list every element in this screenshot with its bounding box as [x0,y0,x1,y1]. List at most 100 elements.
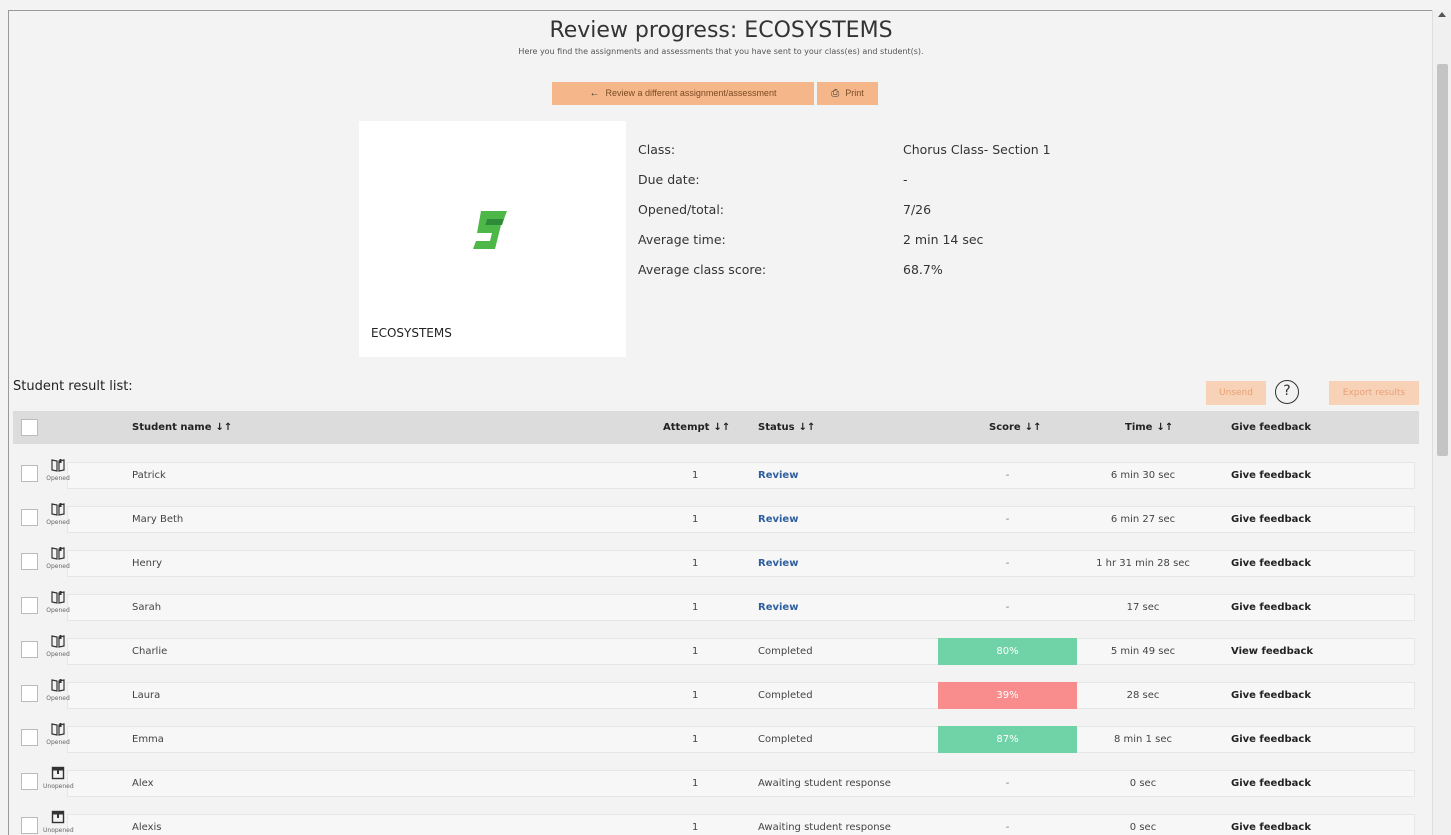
column-header-student-name[interactable]: Student name ↓↑ [132,422,232,433]
select-all-checkbox[interactable] [21,419,38,436]
detail-value-due-date: - [903,172,908,187]
status-review-link[interactable]: Review [758,470,798,481]
table-row: Opened Sarah 1 Review - 17 sec Give feedback [13,590,1419,623]
unopened-book-icon: Unopened [43,810,74,834]
table-row: Opened Charlie 1 Completed 80% 5 min 49 sec Vi… [13,634,1419,667]
feedback-link[interactable]: Give feedback [1231,514,1311,525]
column-header-feedback: Give feedback [1231,422,1311,433]
opened-book-icon: Opened [43,678,73,702]
vertical-scrollbar[interactable] [1432,10,1451,835]
scroll-up-icon[interactable] [1438,12,1446,17]
page-subtitle: Here you find the assignments and assess… [518,47,924,56]
score-cell: 87% [938,726,1077,753]
table-row: Opened Henry 1 Review - 1 hr 31 min 28 sec Giv… [13,546,1419,579]
time-spent: 0 sec [1129,822,1157,833]
open-state-label: Unopened [43,827,74,834]
detail-label-opened-total: Opened/total: [638,202,725,217]
status-text: Completed [758,734,813,745]
feedback-link[interactable]: Give feedback [1231,558,1311,569]
status-review-link[interactable]: Review [758,602,798,613]
status-review-link[interactable]: Review [758,558,798,569]
student-result-list-label: Student result list: [13,379,133,394]
row-checkbox[interactable] [21,817,38,834]
student-name: Emma [132,734,164,745]
printer-icon: ⎙ [831,88,840,99]
row-background [67,770,1415,797]
score-cell: - [1005,514,1010,525]
row-checkbox[interactable] [21,641,38,658]
status-text: Completed [758,690,813,701]
detail-value-class: Chorus Class- Section 1 [903,142,1051,157]
opened-book-icon: Opened [43,458,73,482]
column-header-status[interactable]: Status ↓↑ [758,422,815,433]
student-name: Henry [132,558,163,569]
column-header-score[interactable]: Score ↓↑ [989,422,1041,433]
page-title: Review progress: ECOSYSTEMS [549,18,893,43]
sort-icon: ↓↑ [1156,422,1174,433]
score-cell: - [1005,778,1010,789]
sort-icon: ↓↑ [798,422,816,433]
detail-label-average-time: Average time: [638,232,726,247]
sort-icon: ↓↑ [215,422,233,433]
time-spent: 28 sec [1126,690,1160,701]
student-name: Sarah [132,602,162,613]
feedback-link[interactable]: Give feedback [1231,822,1311,833]
attempt-count: 1 [692,822,699,833]
print-button[interactable]: ⎙ Print [817,82,878,105]
feedback-link[interactable]: Give feedback [1231,734,1311,745]
feedback-link[interactable]: Give feedback [1231,690,1311,701]
unopened-book-icon: Unopened [43,766,74,790]
row-checkbox[interactable] [21,773,38,790]
help-icon[interactable]: ? [1275,380,1299,404]
attempt-count: 1 [692,602,699,613]
attempt-count: 1 [692,558,699,569]
feedback-link[interactable]: Give feedback [1231,778,1311,789]
score-cell: - [1005,822,1010,833]
time-spent: 5 min 49 sec [1110,646,1176,657]
column-header-time[interactable]: Time ↓↑ [1125,422,1173,433]
row-background [67,638,1415,665]
feedback-link[interactable]: View feedback [1231,646,1313,657]
detail-label-class: Class: [638,142,676,157]
sort-icon: ↓↑ [1024,422,1042,433]
open-state-label: Opened [46,563,70,570]
attempt-count: 1 [692,514,699,525]
opened-book-icon: Opened [43,634,73,658]
unsend-button[interactable]: Unsend [1206,381,1266,405]
scrollbar-thumb[interactable] [1437,64,1448,456]
table-header: Student name ↓↑ Attempt ↓↑ Status ↓↑ Score ↓… [13,411,1419,444]
table-row: Unopened Alex 1 Awaiting student response - 0… [13,766,1419,799]
table-row: Opened Laura 1 Completed 39% 28 sec Give feedb… [13,678,1419,711]
score-cell: 80% [938,638,1077,665]
open-state-label: Opened [46,607,70,614]
table-row: Unopened Alexis 1 Awaiting student response… [13,810,1419,835]
time-spent: 8 min 1 sec [1114,734,1172,745]
row-checkbox[interactable] [21,597,38,614]
review-progress-page: Review progress: ECOSYSTEMS Here you fin… [8,10,1432,835]
status-text: Completed [758,646,813,657]
row-checkbox[interactable] [21,685,38,702]
time-spent: 6 min 27 sec [1110,514,1176,525]
feedback-link[interactable]: Give feedback [1231,470,1311,481]
student-name: Charlie [132,646,168,657]
detail-label-due-date: Due date: [638,172,700,187]
export-results-button[interactable]: Export results [1329,381,1419,405]
opened-book-icon: Opened [43,502,73,526]
row-checkbox[interactable] [21,465,38,482]
student-name: Laura [132,690,161,701]
green-s-logo-icon [473,211,507,249]
column-header-time-label: Time [1125,422,1153,433]
column-header-attempt[interactable]: Attempt ↓↑ [663,422,730,433]
row-checkbox[interactable] [21,509,38,526]
opened-book-icon: Opened [43,722,73,746]
attempt-count: 1 [692,778,699,789]
row-background [67,814,1415,835]
feedback-link[interactable]: Give feedback [1231,602,1311,613]
row-checkbox[interactable] [21,729,38,746]
table-row: Opened Patrick 1 Review - 6 min 30 sec Give fe… [13,458,1419,491]
open-state-label: Opened [46,519,70,526]
row-checkbox[interactable] [21,553,38,570]
score-cell: - [1005,470,1010,481]
review-different-assignment-button[interactable]: ← Review a different assignment/assessmen… [552,82,814,105]
status-review-link[interactable]: Review [758,514,798,525]
